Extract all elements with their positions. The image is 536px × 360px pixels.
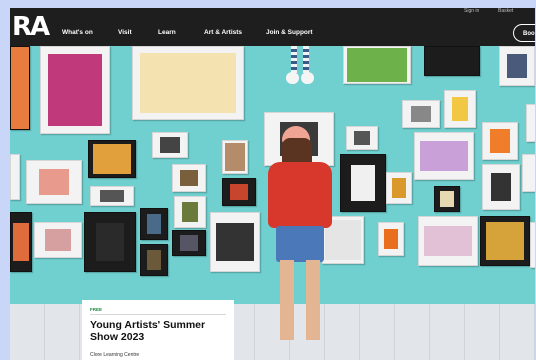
artwork [386,172,412,204]
visitor-figure [264,126,340,360]
free-tag: FREE [90,307,103,312]
sculpture [286,46,314,88]
artwork [482,164,520,210]
artwork [84,212,136,272]
artwork [340,154,386,212]
site-header: RA What's on Visit Learn Art & Artists J… [10,8,535,46]
event-venue: Clore Learning Centre [90,352,140,358]
artwork [174,196,206,228]
event-title[interactable]: Young Artists' Summer Show 2023 [90,319,230,343]
artwork [10,46,30,130]
artwork [414,132,474,180]
divider [90,314,226,315]
artwork [152,132,188,158]
artwork [526,104,535,142]
artwork [140,244,168,276]
nav-whats-on[interactable]: What's on [62,29,93,36]
artwork [444,90,476,128]
artwork [418,216,478,266]
artwork [90,186,134,206]
artwork [482,122,518,160]
nav-learn[interactable]: Learn [158,29,176,36]
book-button[interactable]: Book [513,24,535,42]
artwork [34,222,82,258]
artwork [210,212,260,272]
artwork [222,140,248,174]
nav-art-and-artists[interactable]: Art & Artists [204,29,242,36]
artwork [343,46,411,84]
artwork [140,208,168,240]
page-frame: RA What's on Visit Learn Art & Artists J… [10,8,535,360]
artwork [132,46,244,120]
artwork [10,212,32,272]
artwork [172,230,206,256]
nav-visit[interactable]: Visit [118,29,132,36]
artwork [434,186,460,212]
artwork [499,46,535,86]
ra-logo[interactable]: RA [12,12,50,42]
artwork [480,216,530,266]
artwork [530,222,535,268]
artwork [346,126,378,150]
event-card[interactable]: FREE Young Artists' Summer Show 2023 Clo… [82,300,234,360]
artwork [10,154,20,200]
artwork [172,164,206,192]
artwork [222,178,256,206]
basket-link[interactable]: Basket [498,8,513,14]
artwork [88,140,136,178]
sign-in-link[interactable]: Sign in [464,8,479,14]
artwork [402,100,440,128]
nav-join-and-support[interactable]: Join & Support [266,29,313,36]
artwork [522,154,535,192]
artwork [378,222,404,256]
artwork [40,46,110,134]
artwork [26,160,82,204]
artwork [424,46,480,76]
